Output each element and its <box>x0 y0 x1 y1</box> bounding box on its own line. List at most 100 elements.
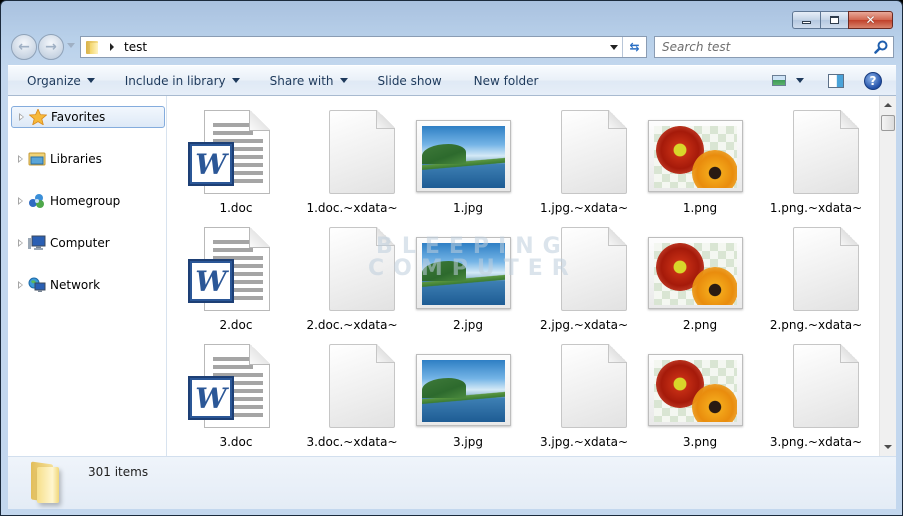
file-item[interactable]: 2.png <box>642 213 758 332</box>
watermark-line1: BLEEPING <box>376 234 570 259</box>
expand-icon[interactable] <box>18 281 23 289</box>
nav-item-libraries[interactable]: Libraries <box>11 148 165 170</box>
landscape-image <box>422 360 505 422</box>
maximize-button[interactable] <box>820 11 848 29</box>
chevron-down-icon <box>231 78 240 83</box>
word-document-icon: W <box>178 225 294 311</box>
folder-icon <box>86 40 100 54</box>
file-item[interactable]: 3.jpg.~xdata~ <box>526 330 642 449</box>
address-history-dropdown[interactable] <box>610 45 618 50</box>
page-fold <box>608 344 627 363</box>
view-options-dropdown[interactable] <box>796 78 804 83</box>
back-arrow-icon: ← <box>18 39 30 55</box>
close-button[interactable]: ✕ <box>848 11 893 29</box>
text-line <box>213 248 253 252</box>
page-fold <box>249 227 270 248</box>
file-name: 3.doc <box>219 435 253 449</box>
word-logo-icon: W <box>188 142 234 186</box>
page-fold <box>376 344 395 363</box>
help-icon[interactable]: ? <box>864 71 882 90</box>
image-frame <box>648 120 743 192</box>
new-folder-button[interactable]: New folder <box>454 66 551 95</box>
file-item[interactable]: W 1.doc <box>178 96 294 215</box>
jpg-thumbnail <box>410 108 526 194</box>
nav-item-homegroup[interactable]: Homegroup <box>11 190 165 212</box>
nav-item-network[interactable]: Network <box>11 274 165 296</box>
star-icon <box>29 109 47 125</box>
slide-show-button[interactable]: Slide show <box>360 66 454 95</box>
share-with-label: Share with <box>269 73 334 88</box>
expand-icon[interactable] <box>18 197 23 205</box>
share-with-button[interactable]: Share with <box>252 66 360 95</box>
file-item[interactable]: 3.jpg <box>410 330 526 449</box>
page-fold <box>608 227 627 246</box>
file-item[interactable]: 1.jpg <box>410 96 526 215</box>
vertical-scrollbar[interactable] <box>879 96 896 456</box>
address-bar[interactable]: test ⇆ <box>80 36 647 58</box>
maximize-icon <box>830 16 839 24</box>
scroll-down-arrow-icon[interactable] <box>884 445 892 449</box>
content-area: Favorites Libraries Homegroup Computer N <box>8 96 896 456</box>
generic-file-icon <box>758 108 874 194</box>
nav-item-computer[interactable]: Computer <box>11 232 165 254</box>
jpg-thumbnail <box>410 342 526 428</box>
page-fold <box>840 110 859 129</box>
scroll-up-arrow-icon[interactable] <box>884 103 892 107</box>
chevron-down-icon <box>339 78 348 83</box>
search-input[interactable] <box>662 40 862 54</box>
file-item[interactable]: 3.doc.~xdata~ <box>294 330 410 449</box>
preview-pane-icon[interactable] <box>828 73 844 88</box>
search-box[interactable] <box>654 36 894 58</box>
breadcrumb-chevron-icon[interactable] <box>110 43 114 51</box>
file-name: 3.png.~xdata~ <box>769 435 863 449</box>
change-view-icon[interactable] <box>772 75 786 86</box>
file-item[interactable]: 1.png <box>642 96 758 215</box>
generic-file-icon <box>526 108 642 194</box>
breadcrumb-test[interactable]: test <box>124 40 147 54</box>
recent-pages-dropdown[interactable] <box>67 43 75 48</box>
file-item[interactable]: 3.png.~xdata~ <box>758 330 874 449</box>
expand-icon[interactable] <box>18 239 23 247</box>
png-thumbnail <box>642 342 758 428</box>
file-item[interactable]: 1.doc.~xdata~ <box>294 96 410 215</box>
search-icon[interactable] <box>874 40 888 54</box>
details-pane: 301 items <box>8 456 896 509</box>
homegroup-icon <box>29 194 44 208</box>
organize-button[interactable]: Organize <box>8 66 107 95</box>
png-thumbnail <box>642 108 758 194</box>
minimize-button[interactable] <box>792 11 820 29</box>
generic-file-icon <box>758 225 874 311</box>
file-name: 3.doc.~xdata~ <box>306 435 398 449</box>
forward-button[interactable]: → <box>38 34 64 60</box>
expand-icon[interactable] <box>19 113 24 121</box>
text-line <box>213 240 253 244</box>
back-button[interactable]: ← <box>11 34 37 60</box>
nav-item-label: Libraries <box>50 152 102 166</box>
close-icon: ✕ <box>865 13 876 27</box>
page-fold <box>249 110 270 131</box>
image-frame <box>648 354 743 426</box>
folder-icon <box>29 463 67 503</box>
refresh-button[interactable]: ⇆ <box>622 37 646 57</box>
organize-label: Organize <box>27 73 81 88</box>
include-in-library-button[interactable]: Include in library <box>107 66 252 95</box>
file-item[interactable]: 1.png.~xdata~ <box>758 96 874 215</box>
image-frame <box>416 120 511 192</box>
page-fold <box>840 344 859 363</box>
page-fold <box>249 344 270 365</box>
word-document-icon: W <box>178 108 294 194</box>
scrollbar-thumb[interactable] <box>881 115 895 131</box>
generic-file-icon <box>294 108 410 194</box>
file-item[interactable]: W 2.doc <box>178 213 294 332</box>
text-line <box>213 365 253 369</box>
text-line <box>213 123 253 127</box>
file-item[interactable]: 1.jpg.~xdata~ <box>526 96 642 215</box>
expand-icon[interactable] <box>18 155 23 163</box>
watermark-line2: COMPUTER <box>368 256 578 281</box>
nav-item-favorites[interactable]: Favorites <box>11 106 165 128</box>
file-item[interactable]: 2.png.~xdata~ <box>758 213 874 332</box>
generic-file-icon <box>758 342 874 428</box>
watermark: BLEEPING COMPUTER <box>368 236 578 280</box>
file-item[interactable]: 3.png <box>642 330 758 449</box>
file-item[interactable]: W 3.doc <box>178 330 294 449</box>
